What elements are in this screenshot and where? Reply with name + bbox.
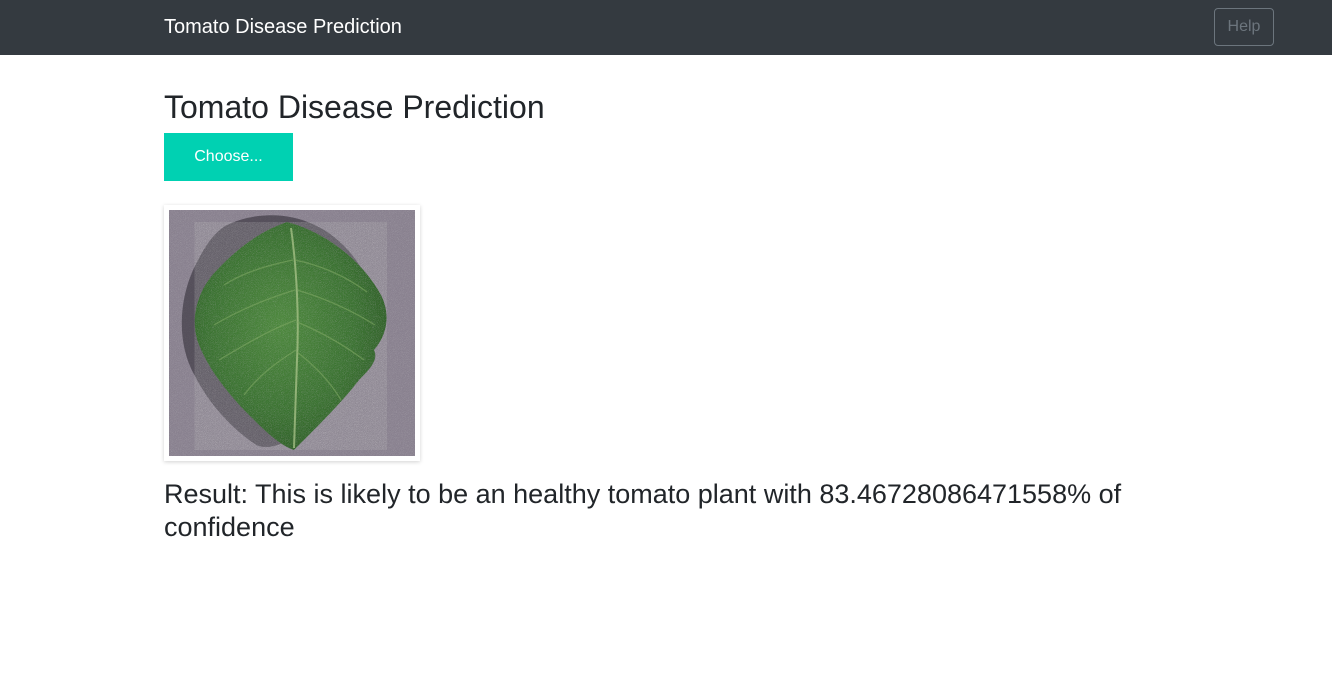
top-navbar: Tomato Disease Prediction Help <box>0 0 1332 55</box>
page-title: Tomato Disease Prediction <box>164 89 545 125</box>
tomato-leaf-image <box>169 210 415 456</box>
choose-file-button[interactable]: Choose... <box>164 133 293 181</box>
prediction-result: Result: This is likely to be an healthy … <box>164 479 1122 542</box>
uploaded-image-preview <box>164 205 420 461</box>
navbar-brand[interactable]: Tomato Disease Prediction <box>164 15 402 39</box>
help-button[interactable]: Help <box>1214 8 1274 46</box>
